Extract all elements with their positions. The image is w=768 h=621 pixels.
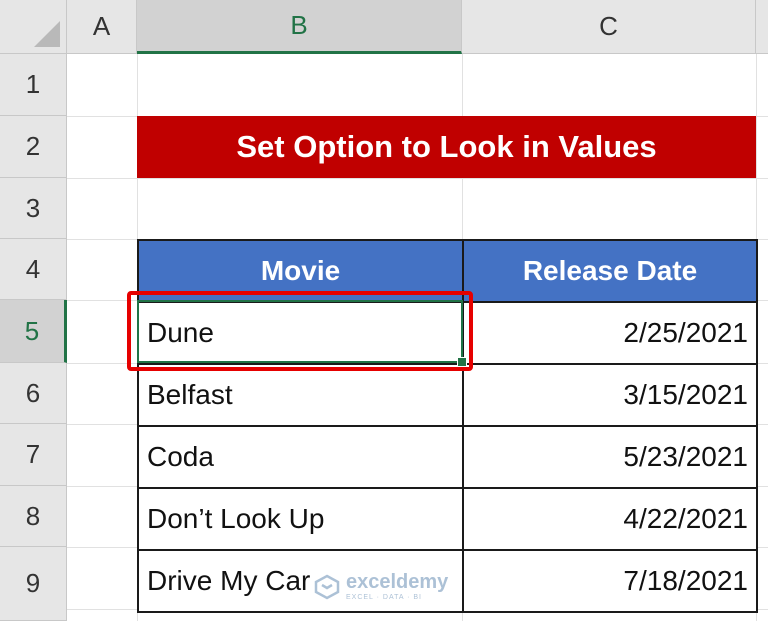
gridline [67, 178, 768, 179]
column-header-d-partial[interactable] [756, 0, 768, 54]
sheet-title-banner[interactable]: Set Option to Look in Values [137, 116, 756, 178]
row-header-2[interactable]: 2 [0, 116, 67, 178]
cell-movie[interactable]: Coda [137, 425, 464, 489]
watermark: exceldemy EXCEL · DATA · BI [314, 572, 448, 601]
table-row: Dune 2/25/2021 [137, 301, 758, 365]
header-release-date[interactable]: Release Date [462, 239, 758, 303]
movie-table: Movie Release Date Dune 2/25/2021 Belfas… [137, 239, 758, 613]
column-header-b[interactable]: B [137, 0, 462, 54]
exceldemy-logo-icon [314, 574, 340, 599]
row-header-7[interactable]: 7 [0, 424, 67, 486]
cell-release-date[interactable]: 2/25/2021 [462, 301, 758, 365]
cell-movie[interactable]: Don’t Look Up [137, 487, 464, 551]
watermark-tagline: EXCEL · DATA · BI [346, 594, 422, 601]
row-header-5[interactable]: 5 [0, 300, 67, 363]
table-row: Belfast 3/15/2021 [137, 363, 758, 427]
row-header-8[interactable]: 8 [0, 486, 67, 547]
row-header-4[interactable]: 4 [0, 239, 67, 300]
row-header-3[interactable]: 3 [0, 178, 67, 239]
row-header-1[interactable]: 1 [0, 54, 67, 116]
column-header-c[interactable]: C [462, 0, 756, 54]
cell-release-date[interactable]: 3/15/2021 [462, 363, 758, 427]
table-row: Coda 5/23/2021 [137, 425, 758, 489]
row-header-6[interactable]: 6 [0, 363, 67, 424]
select-all-triangle-icon [34, 21, 60, 47]
cell-movie[interactable]: Dune [137, 301, 464, 365]
cell-release-date[interactable]: 4/22/2021 [462, 487, 758, 551]
cell-movie[interactable]: Belfast [137, 363, 464, 427]
cell-release-date[interactable]: 5/23/2021 [462, 425, 758, 489]
table-header-row: Movie Release Date [137, 239, 758, 303]
fill-handle[interactable] [457, 357, 467, 367]
watermark-name: exceldemy [346, 571, 449, 593]
row-header-9[interactable]: 9 [0, 547, 67, 621]
select-all-button[interactable] [0, 0, 67, 54]
cell-release-date[interactable]: 7/18/2021 [462, 549, 758, 613]
table-row: Don’t Look Up 4/22/2021 [137, 487, 758, 551]
spreadsheet-grid[interactable]: A B C 1 2 3 4 5 6 7 8 9 Set Option to Lo… [0, 0, 768, 621]
column-header-a[interactable]: A [67, 0, 137, 54]
header-movie[interactable]: Movie [137, 239, 464, 303]
